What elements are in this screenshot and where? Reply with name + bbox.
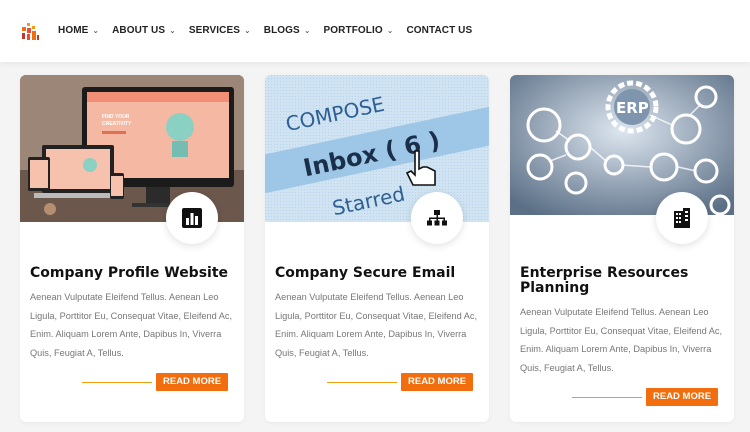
- card-image-erp: ERP: [510, 75, 734, 215]
- chevron-down-icon: ⌄: [386, 25, 394, 35]
- chevron-down-icon: ⌄: [303, 25, 311, 35]
- card-title: Enterprise Resources Planning: [520, 265, 689, 296]
- divider: [82, 382, 152, 383]
- logo-icon[interactable]: [19, 21, 41, 43]
- nav-item-blogs[interactable]: BLOGS ⌄: [264, 25, 311, 36]
- nav-label: PORTFOLIO: [323, 25, 383, 36]
- nav-item-home[interactable]: HOME ⌄: [58, 25, 99, 36]
- nav-item-services[interactable]: SERVICES ⌄: [189, 25, 251, 36]
- sitemap-icon: [411, 192, 463, 244]
- service-card-secure-email: COMPOSE Inbox ( 6 ) Starred Company Secu…: [265, 75, 489, 422]
- card-title: Company Secure Email: [275, 265, 456, 281]
- card-description: Aenean Vulputate Eleifend Tellus. Aenean…: [30, 292, 233, 358]
- site-header: HOME ⌄ ABOUT US ⌄ SERVICES ⌄ BLOGS ⌄ POR…: [0, 0, 750, 62]
- divider: [572, 397, 642, 398]
- nav-label: SERVICES: [188, 25, 241, 36]
- card-description: Aenean Vulputate Eleifend Tellus. Aenean…: [275, 292, 478, 358]
- divider: [327, 382, 397, 383]
- nav-label: ABOUT US: [112, 25, 166, 36]
- svg-text:ERP: ERP: [616, 99, 649, 117]
- chevron-down-icon: ⌄: [244, 25, 251, 35]
- read-more-button[interactable]: READ MORE: [401, 373, 474, 391]
- nav-item-about-us[interactable]: ABOUT US ⌄: [112, 25, 176, 36]
- card-description: Aenean Vulputate Eleifend Tellus. Aenean…: [520, 307, 723, 373]
- chevron-down-icon: ⌄: [169, 25, 176, 35]
- nav-item-contact-us[interactable]: CONTACT US: [406, 25, 472, 36]
- nav-item-portfolio[interactable]: PORTFOLIO ⌄: [324, 25, 394, 36]
- card-title: Company Profile Website: [30, 265, 229, 281]
- main-nav: HOME ⌄ ABOUT US ⌄ SERVICES ⌄ BLOGS ⌄ POR…: [58, 25, 485, 36]
- building-icon: [656, 192, 708, 244]
- nav-label: HOME: [58, 25, 89, 36]
- nav-label: CONTACT US: [406, 25, 473, 36]
- service-card-profile-website: FIND YOUR CREATIVITY Company Profile Web…: [20, 75, 244, 422]
- service-card-erp: ERP Enterprise Resources Planning Aenean…: [510, 75, 734, 422]
- nav-label: BLOGS: [263, 25, 300, 36]
- svg-text:CREATIVITY: CREATIVITY: [102, 121, 132, 127]
- read-more-button[interactable]: READ MORE: [156, 373, 229, 391]
- bar-chart-icon: [166, 192, 218, 244]
- read-more-button[interactable]: READ MORE: [646, 388, 719, 406]
- svg-text:FIND YOUR: FIND YOUR: [102, 114, 130, 120]
- chevron-down-icon: ⌄: [92, 25, 100, 35]
